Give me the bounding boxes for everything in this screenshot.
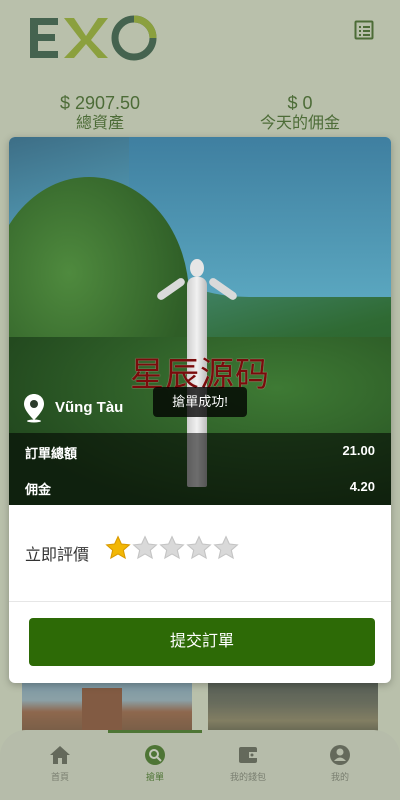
star-icon[interactable]	[159, 535, 185, 561]
order-total-value: 21.00	[342, 443, 375, 458]
order-modal: 星辰源码 Vũng Tàu 搶單成功! 訂單總額 21.00 佣金 4.20 立…	[9, 137, 391, 683]
order-total-row: 訂單總額 21.00	[9, 433, 391, 469]
star-icon[interactable]	[186, 535, 212, 561]
star-icon[interactable]	[105, 535, 131, 561]
commission-label: 佣金	[25, 482, 52, 497]
commission-value: 4.20	[349, 479, 375, 494]
star-icon[interactable]	[213, 535, 239, 561]
star-icon[interactable]	[132, 535, 158, 561]
order-info: 訂單總額 21.00 佣金 4.20	[9, 433, 391, 505]
location-name: Vũng Tàu	[55, 399, 124, 416]
destination-photo: 星辰源码 Vũng Tàu 搶單成功! 訂單總額 21.00 佣金 4.20	[9, 137, 391, 505]
order-total-label: 訂單總額	[25, 446, 78, 461]
success-toast: 搶單成功!	[153, 387, 247, 417]
divider	[9, 601, 391, 602]
map-pin-icon	[24, 394, 44, 423]
submit-order-button[interactable]: 提交訂單	[29, 618, 375, 666]
commission-row: 佣金 4.20	[9, 469, 391, 505]
rating-row: 立即評價	[25, 535, 375, 565]
rating-label: 立即評價	[25, 547, 90, 564]
